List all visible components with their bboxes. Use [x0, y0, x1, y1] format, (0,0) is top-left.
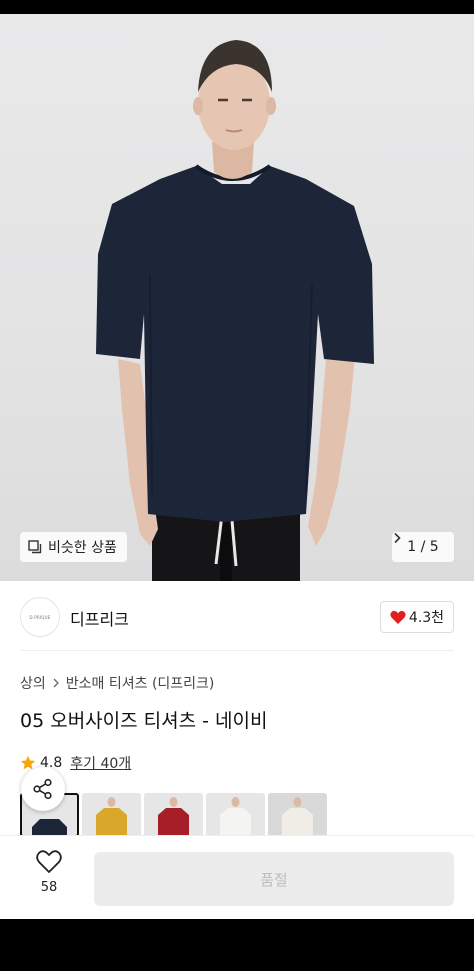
breadcrumb-subcategory[interactable]: 반소매 티셔츠 (디프리크) [66, 673, 215, 693]
shop-like-button[interactable]: 4.3천 [380, 601, 454, 633]
color-option-white[interactable] [206, 793, 265, 837]
color-option-ivory[interactable] [268, 793, 327, 837]
product-photo [96, 40, 374, 581]
status-bar [0, 0, 474, 14]
thumbnail-white [206, 793, 265, 837]
bottom-action-bar: 58 품절 [0, 835, 474, 919]
shop-name[interactable]: 디프리크 [70, 606, 129, 630]
product-details: D.PRIQUE 디프리크 4.3천 상의 반소매 티셔츠 (디프리크) 05 … [0, 581, 474, 919]
shop-logo[interactable]: D.PRIQUE [20, 597, 60, 637]
system-navigation-bar [0, 919, 474, 971]
breadcrumb: 상의 반소매 티셔츠 (디프리크) [20, 673, 214, 693]
similar-products-button[interactable]: 비슷한 상품 [20, 532, 127, 562]
share-button[interactable] [21, 767, 65, 811]
similar-products-icon [28, 540, 42, 554]
similar-products-label: 비슷한 상품 [48, 540, 117, 556]
chevron-right-icon [394, 532, 401, 544]
thumbnail-yellow [82, 793, 141, 837]
image-counter-button[interactable]: 1 / 5 [392, 532, 454, 562]
breadcrumb-chevron-icon [53, 678, 59, 688]
color-option-yellow[interactable] [82, 793, 141, 837]
shop-row[interactable]: D.PRIQUE 디프리크 4.3천 [20, 597, 454, 637]
share-icon [33, 778, 52, 800]
color-option-red[interactable] [144, 793, 203, 837]
sold-out-button[interactable]: 품절 [94, 852, 454, 906]
product-image-gallery[interactable]: 비슷한 상품 1 / 5 [0, 14, 474, 581]
heart-outline-icon [36, 850, 62, 874]
divider [20, 650, 454, 651]
thumbnail-red [144, 793, 203, 837]
heart-filled-icon [390, 610, 406, 624]
image-counter-text: 1 / 5 [407, 539, 439, 555]
product-title: 05 오버사이즈 티셔츠 - 네이비 [20, 710, 268, 732]
color-options [20, 793, 327, 837]
breadcrumb-category[interactable]: 상의 [20, 673, 46, 693]
wishlist-button[interactable]: 58 [20, 850, 78, 895]
wishlist-count: 58 [40, 880, 58, 895]
thumbnail-ivory [268, 793, 327, 837]
shop-like-count: 4.3천 [408, 610, 445, 626]
review-count-link[interactable]: 후기 40개 [70, 753, 131, 773]
